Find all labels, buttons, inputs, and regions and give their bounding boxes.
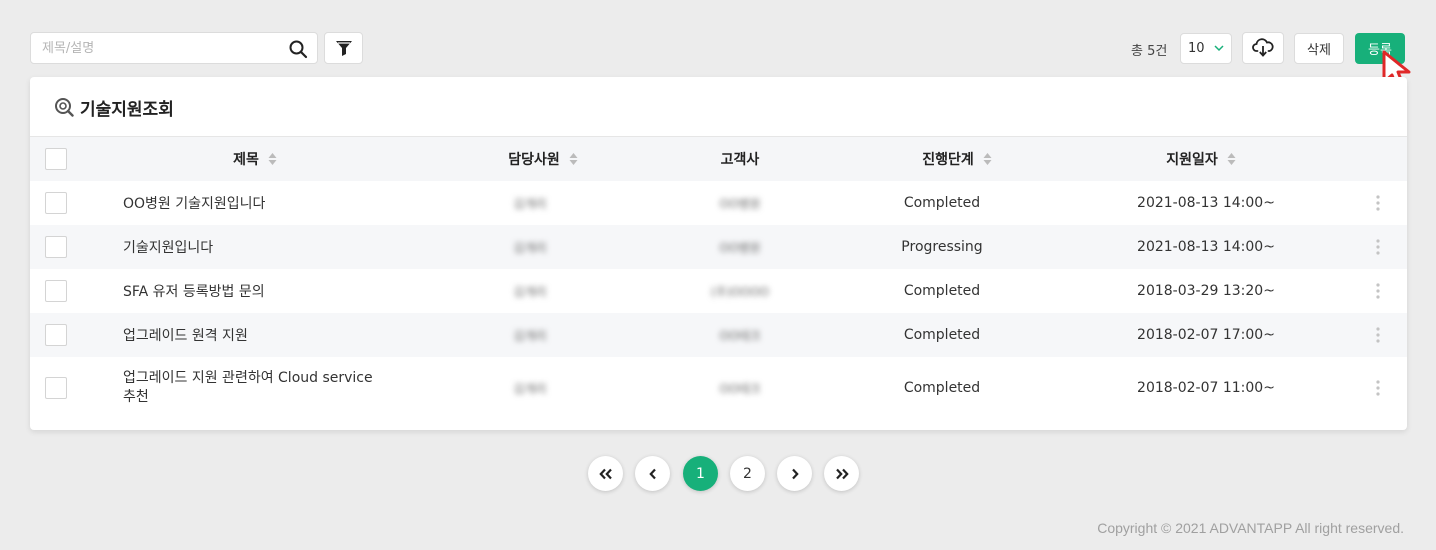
column-header-date[interactable]: 지원일자	[1126, 137, 1276, 181]
row-owner: 김개리	[513, 196, 547, 211]
column-header-stage[interactable]: 진행단계	[892, 137, 1022, 181]
table-header: 제목 담당사원 고객사 진행단계 지원일자	[30, 136, 1407, 181]
row-date: 2018-03-29 13:20~	[1137, 283, 1275, 299]
page-size-value: 10	[1188, 41, 1205, 56]
support-list-card: 기술지원조회 제목 담당사원 고객사 진행단계 지원일자 OO병원 기술지원입니…	[30, 77, 1407, 430]
sort-icon[interactable]	[1227, 152, 1236, 166]
table-row[interactable]: 업그레이드 원격 지원 김개리 OO테크 Completed 2018-02-0…	[30, 313, 1407, 357]
row-date: 2021-08-13 14:00~	[1137, 195, 1275, 211]
row-title[interactable]: SFA 유저 등록방법 문의	[123, 269, 443, 313]
row-title[interactable]: 업그레이드 원격 지원	[123, 313, 443, 357]
card-title-text: 기술지원조회	[80, 99, 174, 120]
row-checkbox[interactable]	[45, 192, 67, 214]
row-stage: Progressing	[901, 239, 983, 255]
cloud-download-icon	[1252, 38, 1274, 57]
more-vertical-icon	[1376, 380, 1380, 396]
page-2-button[interactable]: 2	[730, 456, 765, 491]
row-checkbox[interactable]	[45, 280, 67, 302]
row-title[interactable]: 업그레이드 지원 관련하여 Cloud service 추천	[123, 357, 443, 419]
sort-icon[interactable]	[983, 152, 992, 166]
next-page-button[interactable]	[777, 456, 812, 491]
double-chevron-right-icon	[835, 468, 849, 479]
row-owner: 김개리	[513, 328, 547, 343]
more-vertical-icon	[1376, 239, 1380, 255]
row-stage: Completed	[903, 283, 981, 299]
row-date: 2018-02-07 17:00~	[1137, 327, 1275, 343]
column-header-customer-label: 고객사	[720, 152, 760, 168]
first-page-button[interactable]	[588, 456, 623, 491]
row-more-button[interactable]	[1368, 357, 1388, 419]
row-date: 2021-08-13 14:00~	[1137, 239, 1275, 255]
page-1-button[interactable]: 1	[683, 456, 718, 491]
row-stage: Completed	[903, 327, 981, 343]
total-count: 총 5건	[1131, 44, 1168, 59]
row-title[interactable]: 기술지원입니다	[123, 225, 443, 269]
chevron-right-icon	[791, 468, 799, 479]
column-header-date-label: 지원일자	[1166, 152, 1218, 168]
sort-icon[interactable]	[268, 152, 277, 166]
row-owner: 김개리	[513, 240, 547, 255]
row-stage: Completed	[903, 195, 981, 211]
chevron-down-icon	[1214, 45, 1224, 52]
row-more-button[interactable]	[1368, 181, 1388, 225]
double-chevron-left-icon	[598, 468, 612, 479]
row-more-button[interactable]	[1368, 269, 1388, 313]
row-title[interactable]: OO병원 기술지원입니다	[123, 181, 443, 225]
support-table: 제목 담당사원 고객사 진행단계 지원일자 OO병원 기술지원입니다 김개리 O…	[30, 136, 1407, 419]
sort-icon[interactable]	[569, 152, 578, 166]
column-header-owner-label: 담당사원	[508, 152, 560, 168]
delete-button[interactable]: 삭제	[1294, 33, 1344, 64]
support-search-icon	[55, 98, 74, 117]
last-page-button[interactable]	[824, 456, 859, 491]
column-header-customer: 고객사	[680, 137, 800, 181]
table-row[interactable]: OO병원 기술지원입니다 김개리 OO병원 Completed 2021-08-…	[30, 181, 1407, 225]
more-vertical-icon	[1376, 283, 1380, 299]
row-customer: OO병원	[719, 196, 761, 211]
search-input[interactable]	[42, 33, 282, 63]
card-title: 기술지원조회	[54, 95, 174, 120]
row-checkbox[interactable]	[45, 324, 67, 346]
row-customer: OO병원	[719, 240, 761, 255]
search-icon[interactable]	[288, 39, 308, 59]
row-checkbox[interactable]	[45, 236, 67, 258]
table-row[interactable]: 기술지원입니다 김개리 OO병원 Progressing 2021-08-13 …	[30, 225, 1407, 269]
column-header-title-label: 제목	[233, 152, 259, 168]
row-customer: (주)OOOO	[710, 284, 770, 299]
table-row[interactable]: SFA 유저 등록방법 문의 김개리 (주)OOOO Completed 201…	[30, 269, 1407, 313]
filter-icon	[335, 41, 352, 56]
column-header-title[interactable]: 제목	[180, 137, 330, 181]
row-owner: 김개리	[513, 381, 547, 396]
column-header-owner[interactable]: 담당사원	[483, 137, 603, 181]
row-customer: OO테크	[719, 328, 761, 343]
table-row[interactable]: 업그레이드 지원 관련하여 Cloud service 추천 김개리 OO테크 …	[30, 357, 1407, 419]
more-vertical-icon	[1376, 195, 1380, 211]
search-box[interactable]	[30, 32, 318, 64]
download-button[interactable]	[1242, 32, 1284, 64]
row-stage: Completed	[903, 380, 981, 396]
column-header-stage-label: 진행단계	[922, 152, 974, 168]
filter-button[interactable]	[324, 32, 363, 64]
row-title-line-2: 추천	[123, 389, 149, 405]
more-vertical-icon	[1376, 327, 1380, 343]
row-checkbox[interactable]	[45, 377, 67, 399]
row-more-button[interactable]	[1368, 225, 1388, 269]
page-size-select[interactable]: 10	[1180, 33, 1232, 64]
copyright-text: Copyright © 2021 ADVANTAPP All right res…	[1097, 520, 1404, 536]
row-title-line-1: 업그레이드 지원 관련하여 Cloud service	[123, 370, 373, 386]
select-all-checkbox[interactable]	[45, 148, 67, 170]
row-customer: OO테크	[719, 381, 761, 396]
row-owner: 김개리	[513, 284, 547, 299]
row-more-button[interactable]	[1368, 313, 1388, 357]
prev-page-button[interactable]	[635, 456, 670, 491]
row-date: 2018-02-07 11:00~	[1137, 380, 1275, 396]
chevron-left-icon	[648, 468, 656, 479]
